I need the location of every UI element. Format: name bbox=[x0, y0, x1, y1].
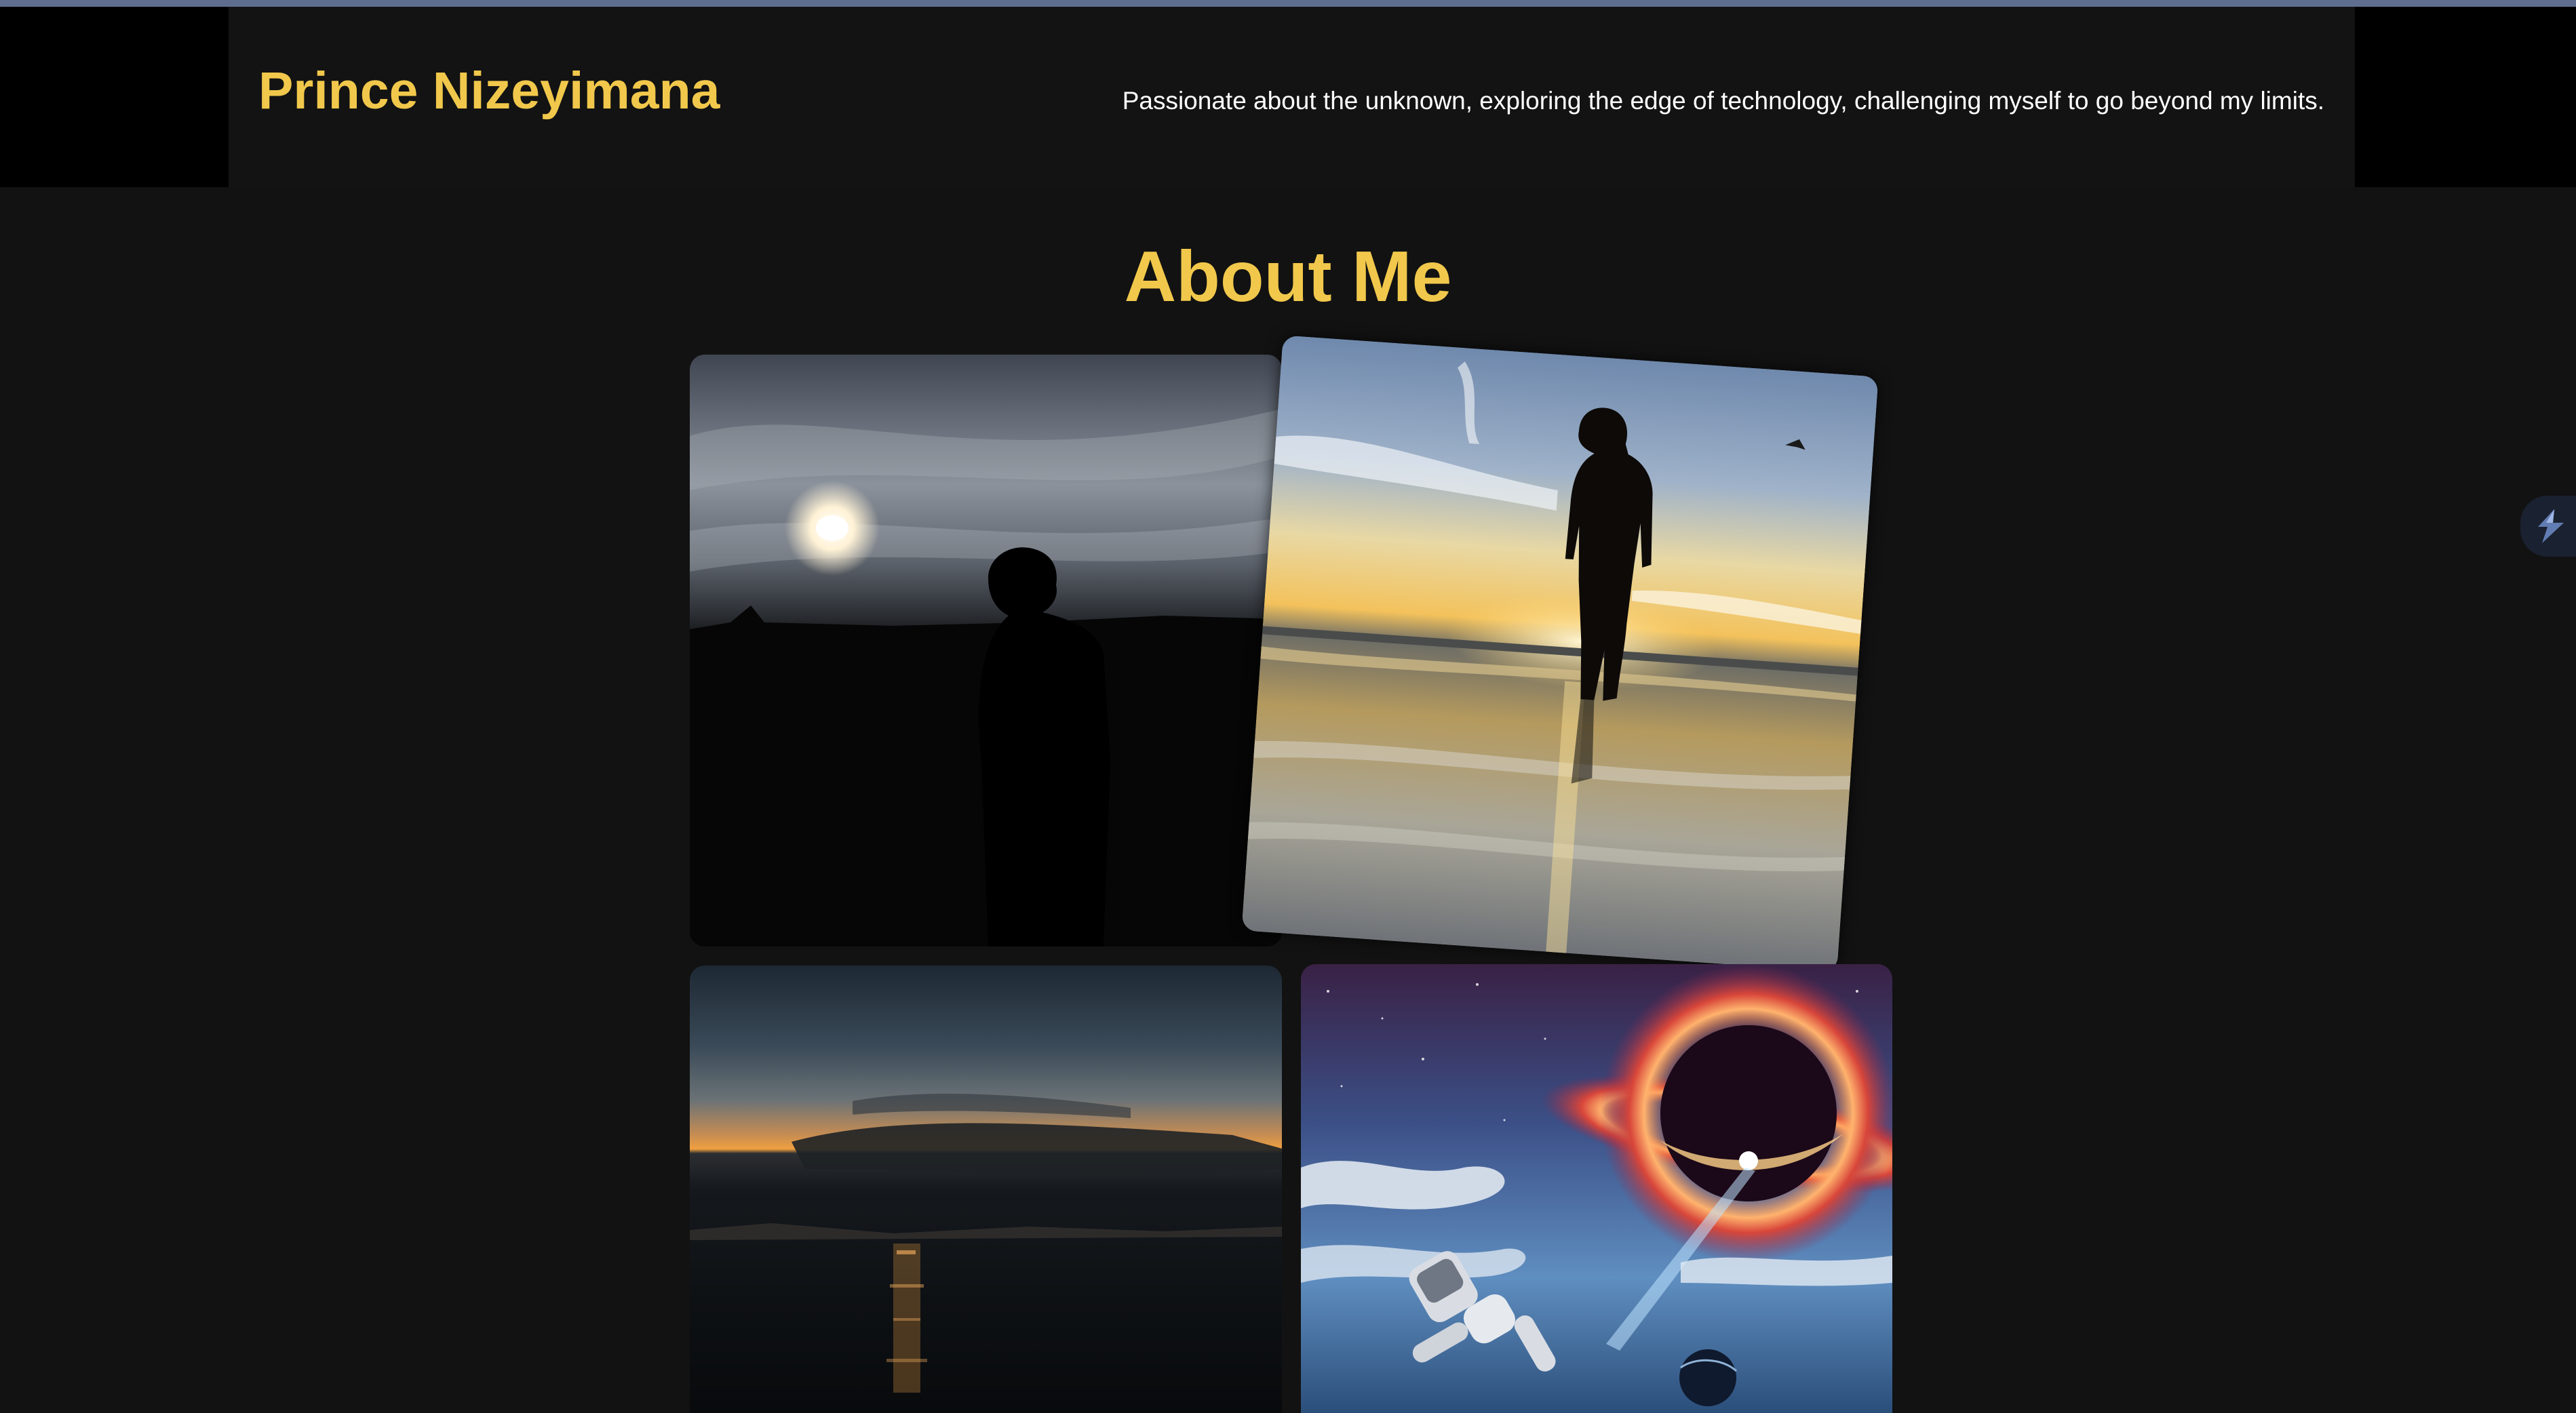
header-right-margin bbox=[2355, 7, 2576, 187]
site-title[interactable]: Prince Nizeyimana bbox=[258, 65, 720, 117]
about-me-heading: About Me bbox=[1124, 237, 1452, 317]
site-tagline: Passionate about the unknown, exploring … bbox=[1122, 87, 2324, 115]
gallery-photo-silhouette-sky[interactable] bbox=[690, 355, 1282, 947]
astronaut-blackhole-image bbox=[1301, 964, 1892, 1413]
silhouette-sky-image bbox=[690, 355, 1282, 947]
header-left-margin bbox=[0, 7, 229, 187]
browser-extension-widget[interactable] bbox=[2520, 496, 2576, 557]
beach-walk-image bbox=[1241, 335, 1879, 972]
gallery-photo-astronaut-blackhole[interactable] bbox=[1301, 964, 1892, 1413]
gallery-photo-beach-walk[interactable] bbox=[1241, 335, 1879, 972]
sunset-water-image bbox=[690, 966, 1282, 1413]
site-header: Prince Nizeyimana Passionate about the u… bbox=[229, 7, 2355, 187]
browser-top-strip bbox=[0, 0, 2576, 7]
gallery-photo-sunset-water[interactable] bbox=[690, 966, 1282, 1413]
assistant-logo-icon bbox=[2538, 509, 2564, 543]
